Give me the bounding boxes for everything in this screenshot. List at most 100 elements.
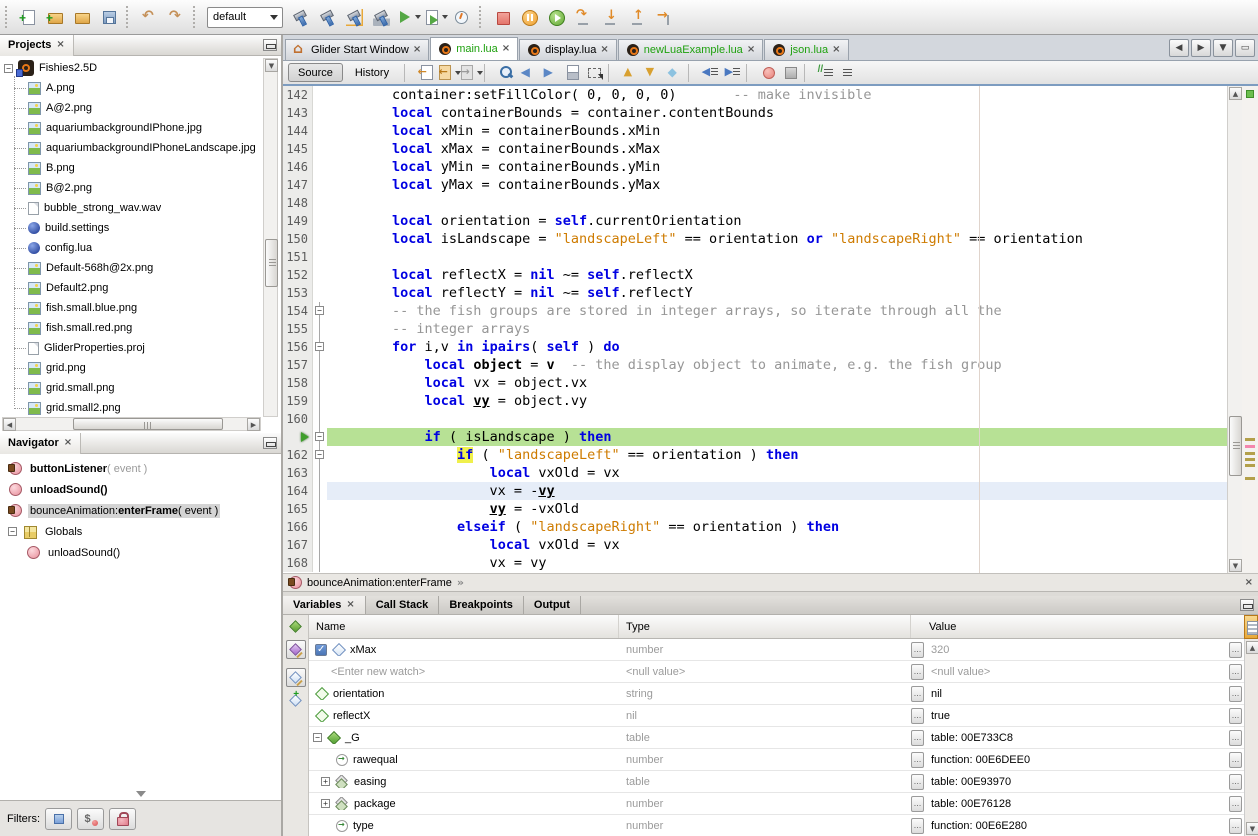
code-editor[interactable]: 142 container:setFillColor( 0, 0, 0, 0) …: [283, 86, 1258, 573]
row-actions-button[interactable]: …: [1229, 686, 1242, 702]
value-editor-button[interactable]: …: [911, 708, 924, 724]
tab-output[interactable]: Output: [524, 596, 581, 614]
save-all-button[interactable]: [96, 4, 123, 31]
breadcrumb[interactable]: bounceAnimation:enterFrame: [307, 577, 452, 589]
variable-row[interactable]: <Enter new watch><null value>…<null valu…: [309, 661, 1258, 683]
record-macro-button[interactable]: [757, 62, 779, 83]
code-line[interactable]: 143 local containerBounds = container.co…: [283, 104, 1258, 122]
expander-plus-icon[interactable]: +: [321, 777, 330, 786]
column-selector-icon[interactable]: [1244, 615, 1258, 639]
toggle-bookmark-button[interactable]: [663, 62, 685, 83]
minimize-panel-button[interactable]: [1240, 599, 1254, 611]
tree-item[interactable]: B@2.png: [0, 178, 281, 198]
run-button[interactable]: [395, 4, 422, 31]
source-view-button[interactable]: Source: [288, 63, 343, 82]
error-stripe-mark[interactable]: [1245, 458, 1255, 461]
filter-primitives-button[interactable]: [45, 808, 72, 830]
variable-row[interactable]: xMaxnumber…320…: [309, 639, 1258, 661]
scrollbar-thumb[interactable]: [73, 418, 223, 430]
shift-left-button[interactable]: [699, 62, 721, 83]
edit-value-button[interactable]: [286, 668, 306, 687]
edit-watch-button[interactable]: [286, 640, 306, 659]
editor-tab-display-lua[interactable]: display.lua×: [519, 39, 617, 60]
tree-item[interactable]: B.png: [0, 158, 281, 178]
code-line[interactable]: 150 local isLandscape = "landscapeLeft" …: [283, 230, 1258, 248]
tree-item[interactable]: config.lua: [0, 238, 281, 258]
scroll-down-icon[interactable]: ▼: [265, 59, 278, 72]
scrollbar-thumb[interactable]: [265, 239, 278, 287]
stop-macro-button[interactable]: [779, 62, 801, 83]
tab-list-dropdown-button[interactable]: ▼: [1213, 39, 1233, 57]
scroll-tabs-right-button[interactable]: ▶: [1191, 39, 1211, 57]
tree-item[interactable]: aquariumbackgroundIPhoneLandscape.jpg: [0, 138, 281, 158]
redo-button[interactable]: [163, 4, 190, 31]
build-main-button[interactable]: [287, 4, 314, 31]
code-line[interactable]: 163 local vxOld = vx: [283, 464, 1258, 482]
row-actions-button[interactable]: …: [1229, 774, 1242, 790]
tree-item[interactable]: grid.small2.png: [0, 398, 281, 418]
code-line[interactable]: − if ( isLandscape ) then: [283, 428, 1258, 446]
fold-collapse-icon[interactable]: −: [315, 306, 324, 315]
variable-row[interactable]: reflectXnil…true…: [309, 705, 1258, 727]
editor-tab-glider-start-window[interactable]: Glider Start Window×: [285, 39, 429, 60]
close-tab-icon[interactable]: ×: [413, 45, 421, 55]
next-bookmark-button[interactable]: [641, 62, 663, 83]
continue-button[interactable]: [543, 4, 570, 31]
undo-button[interactable]: [136, 4, 163, 31]
variable-row[interactable]: +easingtable…table: 00E93970…: [309, 771, 1258, 793]
step-into-button[interactable]: [597, 4, 624, 31]
toggle-highlight-button[interactable]: [561, 62, 583, 83]
value-editor-button[interactable]: …: [911, 686, 924, 702]
scrollbar-thumb[interactable]: [1229, 416, 1242, 476]
step-out-button[interactable]: [624, 4, 651, 31]
scroll-left-icon[interactable]: ◀: [3, 418, 16, 431]
close-tab-icon[interactable]: ×: [832, 45, 840, 55]
error-stripe-mark[interactable]: [1245, 477, 1255, 480]
value-editor-button[interactable]: …: [911, 818, 924, 834]
close-icon[interactable]: ×: [64, 438, 72, 448]
code-line[interactable]: 152 local reflectX = nil ~= self.reflect…: [283, 266, 1258, 284]
configuration-select[interactable]: default: [207, 7, 283, 28]
row-actions-button[interactable]: …: [1229, 796, 1242, 812]
navigator-item[interactable]: buttonListener( event ): [0, 458, 281, 479]
code-line[interactable]: 168 vx = vy: [283, 554, 1258, 572]
new-file-button[interactable]: [15, 4, 42, 31]
filter-protected-button[interactable]: [109, 808, 136, 830]
tree-item[interactable]: Default-568h@2x.png: [0, 258, 281, 278]
scroll-up-icon[interactable]: ▲: [1229, 87, 1242, 100]
code-line[interactable]: 162− if ( "landscapeLeft" == orientation…: [283, 446, 1258, 464]
finish-debugger-button[interactable]: [489, 4, 516, 31]
code-line[interactable]: 147 local yMax = containerBounds.yMax: [283, 176, 1258, 194]
code-line[interactable]: 166 elseif ( "landscapeRight" == orienta…: [283, 518, 1258, 536]
variable-row[interactable]: +packagenumber…table: 00E76128…: [309, 793, 1258, 815]
navigator-item[interactable]: bounceAnimation:enterFrame( event ): [0, 500, 281, 521]
column-header-value[interactable]: Value: [911, 615, 1258, 638]
value-editor-button[interactable]: …: [911, 642, 924, 658]
row-actions-button[interactable]: …: [1229, 642, 1242, 658]
forward-button[interactable]: [459, 62, 481, 83]
editor-vertical-scrollbar[interactable]: ▲ ▼: [1227, 86, 1242, 573]
maximize-editor-button[interactable]: ▭: [1235, 39, 1255, 57]
tab-variables[interactable]: Variables×: [283, 596, 366, 614]
variable-row[interactable]: rawequalnumber…function: 00E6DEE0…: [309, 749, 1258, 771]
value-editor-button[interactable]: …: [911, 664, 924, 680]
column-header-type[interactable]: Type: [619, 615, 911, 638]
tree-item[interactable]: −Fishies2.5D: [0, 58, 281, 78]
row-actions-button[interactable]: …: [1229, 664, 1242, 680]
code-line[interactable]: 151: [283, 248, 1258, 266]
row-actions-button[interactable]: …: [1229, 752, 1242, 768]
variable-row[interactable]: typenumber…function: 00E6E280…: [309, 815, 1258, 836]
new-project-button[interactable]: [42, 4, 69, 31]
variable-row[interactable]: −_Gtable…table: 00E733C8…: [309, 727, 1258, 749]
tree-item[interactable]: Default2.png: [0, 278, 281, 298]
expander-plus-icon[interactable]: +: [321, 799, 330, 808]
last-edit-button[interactable]: [415, 62, 437, 83]
editor-tab-newluaexample-lua[interactable]: newLuaExample.lua×: [618, 39, 763, 60]
expander-minus-icon[interactable]: −: [313, 733, 322, 742]
column-header-name[interactable]: Name: [309, 615, 619, 638]
expander-minus-icon[interactable]: −: [8, 527, 17, 536]
rect-select-button[interactable]: [583, 62, 605, 83]
row-actions-button[interactable]: …: [1229, 818, 1242, 834]
close-icon[interactable]: ×: [56, 40, 64, 50]
navigator-item[interactable]: −Globals: [0, 521, 281, 542]
